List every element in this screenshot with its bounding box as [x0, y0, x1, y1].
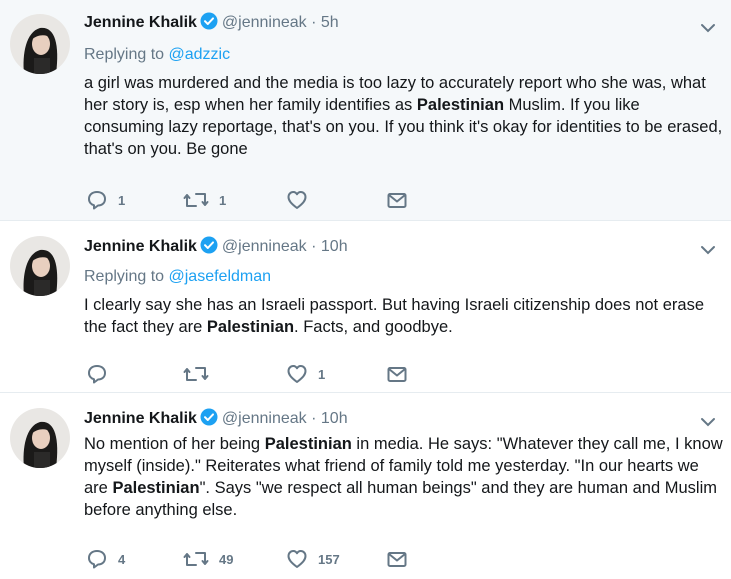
retweet-button[interactable]: 1 [183, 188, 226, 212]
chevron-down-icon[interactable] [699, 413, 717, 431]
envelope-icon [387, 193, 407, 208]
envelope-icon [387, 367, 407, 382]
replying-to-label: Replying to [84, 46, 169, 63]
like-button[interactable]: 157 [286, 547, 340, 571]
tweet-header: Jennine Khalik @jennineak · 10h [84, 408, 348, 432]
reply-icon [88, 550, 106, 569]
timestamp[interactable]: 5h [321, 14, 339, 31]
retweet-button[interactable]: 49 [183, 547, 233, 571]
avatar[interactable] [10, 408, 70, 468]
tweet-text-bold: Palestinian [206, 318, 295, 336]
tweet[interactable]: Jennine Khalik @jennineak · 10h Replying … [0, 222, 731, 393]
user-handle[interactable]: @jennineak [222, 14, 307, 31]
like-button[interactable] [286, 188, 318, 212]
replying-to: Replying to @adzzic [84, 45, 230, 65]
tweet[interactable]: Jennine Khalik @jennineak · 5h Replying t… [0, 0, 731, 221]
display-name[interactable]: Jennine Khalik [84, 238, 197, 255]
tweet-text-bold: Palestinian [264, 435, 352, 453]
timestamp[interactable]: 10h [321, 238, 348, 255]
retweet-icon [183, 552, 209, 566]
tweet-actions: 1 1 [84, 188, 484, 212]
tweet-text: No mention of her being Palestinian in m… [84, 433, 724, 521]
replying-to: Replying to @jasefeldman [84, 267, 271, 287]
direct-message-button[interactable] [386, 362, 408, 386]
reply-button[interactable] [86, 362, 118, 386]
replying-to-label: Replying to [84, 268, 169, 285]
tweet-actions: 1 [84, 362, 484, 386]
tweet-header: Jennine Khalik @jennineak · 5h [84, 12, 339, 36]
user-handle[interactable]: @jennineak [222, 410, 307, 427]
user-handle[interactable]: @jennineak [222, 238, 307, 255]
direct-message-button[interactable] [386, 547, 408, 571]
reply-button[interactable]: 1 [86, 188, 125, 212]
tweet-text-part: . Facts, and goodbye. [294, 318, 453, 336]
timestamp[interactable]: 10h [321, 410, 348, 427]
chevron-down-icon[interactable] [699, 241, 717, 259]
separator-dot: · [311, 14, 317, 31]
verified-badge-icon [200, 236, 218, 260]
tweet-text: a girl was murdered and the media is too… [84, 72, 724, 160]
reply-icon [88, 365, 106, 384]
like-button[interactable]: 1 [286, 362, 325, 386]
retweet-count: 49 [219, 551, 234, 567]
retweet-icon [183, 367, 209, 381]
avatar[interactable] [10, 236, 70, 296]
retweet-count: 1 [219, 192, 227, 208]
like-count: 1 [318, 366, 326, 382]
verified-badge-icon [200, 408, 218, 432]
reply-button[interactable]: 4 [86, 547, 125, 571]
tweet[interactable]: Jennine Khalik @jennineak · 10h No mentio… [0, 394, 731, 579]
display-name[interactable]: Jennine Khalik [84, 14, 197, 31]
heart-icon [287, 191, 307, 209]
tweet-text-part: No mention of her being [84, 435, 265, 453]
tweet-actions: 4 49 157 [84, 547, 484, 571]
verified-badge-icon [200, 12, 218, 36]
retweet-icon [183, 193, 209, 207]
tweet-text: I clearly say she has an Israeli passpor… [84, 294, 724, 338]
reply-count: 4 [118, 551, 126, 567]
like-count: 157 [318, 551, 340, 567]
separator-dot: · [311, 238, 317, 255]
display-name[interactable]: Jennine Khalik [84, 410, 197, 427]
tweet-text-bold: Palestinian [112, 479, 200, 497]
tweet-header: Jennine Khalik @jennineak · 10h [84, 236, 348, 260]
chevron-down-icon[interactable] [699, 19, 717, 37]
reply-icon [88, 191, 106, 210]
tweet-text-bold: Palestinian [416, 96, 505, 114]
heart-icon [287, 550, 307, 568]
retweet-button[interactable] [183, 362, 219, 386]
reply-count: 1 [118, 192, 126, 208]
envelope-icon [387, 552, 407, 567]
direct-message-button[interactable] [386, 188, 408, 212]
avatar[interactable] [10, 14, 70, 74]
separator-dot: · [311, 410, 317, 427]
replying-to-link[interactable]: @adzzic [169, 46, 231, 63]
replying-to-link[interactable]: @jasefeldman [169, 268, 272, 285]
heart-icon [287, 365, 307, 383]
